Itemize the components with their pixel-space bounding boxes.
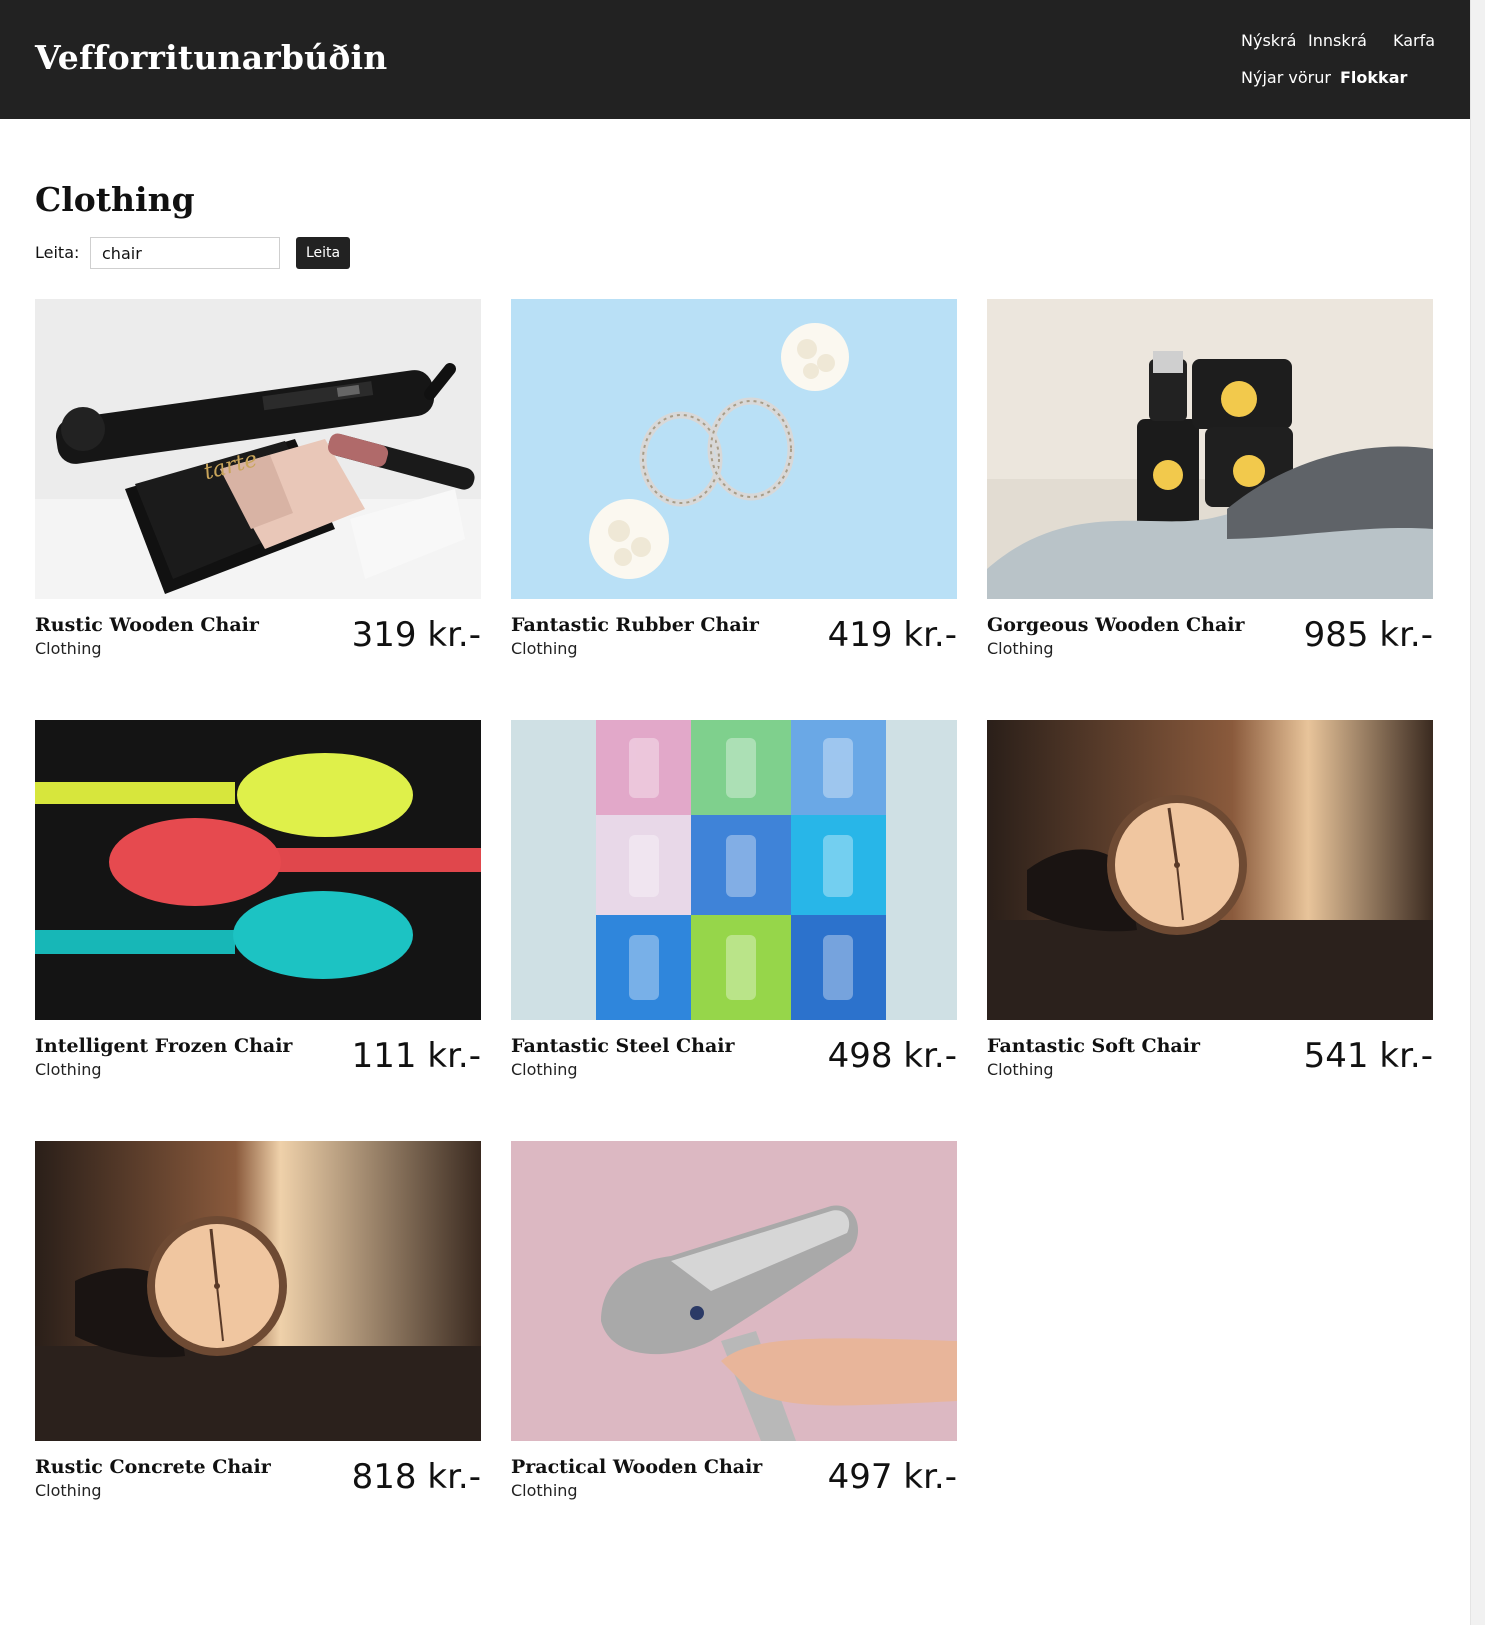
- page-title: Clothing: [35, 180, 195, 219]
- product-title-link[interactable]: Fantastic Soft Chair: [987, 1035, 1200, 1057]
- product-title-link[interactable]: Fantastic Steel Chair: [511, 1035, 735, 1057]
- product-price: 111 kr.-: [351, 1036, 481, 1076]
- product-title-link[interactable]: Gorgeous Wooden Chair: [987, 614, 1245, 636]
- product-image: [987, 720, 1433, 1020]
- vertical-scrollbar[interactable]: [1470, 0, 1485, 1625]
- product-card: Rustic Concrete Chair Clothing 818 kr.-: [35, 1141, 481, 1531]
- product-price: 497 kr.-: [827, 1457, 957, 1497]
- product-image: [35, 1141, 481, 1441]
- product-price: 419 kr.-: [827, 615, 957, 655]
- product-card: Intelligent Frozen Chair Clothing 111 kr…: [35, 720, 481, 1110]
- product-category-link[interactable]: Clothing: [511, 1481, 578, 1500]
- product-price: 541 kr.-: [1303, 1036, 1433, 1076]
- product-image-link[interactable]: [987, 720, 1433, 1020]
- product-title-link[interactable]: Fantastic Rubber Chair: [511, 614, 759, 636]
- product-category-link[interactable]: Clothing: [511, 1060, 578, 1079]
- product-category-link[interactable]: Clothing: [987, 639, 1054, 658]
- product-category-link[interactable]: Clothing: [987, 1060, 1054, 1079]
- product-category-link[interactable]: Clothing: [511, 639, 578, 658]
- product-card: Fantastic Steel Chair Clothing 498 kr.-: [511, 720, 957, 1110]
- product-image-link[interactable]: tarte: [35, 299, 481, 599]
- nav-new-products-link[interactable]: Nýjar vörur: [1241, 68, 1331, 87]
- product-category-link[interactable]: Clothing: [35, 1060, 102, 1079]
- product-image-link[interactable]: [987, 299, 1433, 599]
- product-price: 818 kr.-: [351, 1457, 481, 1497]
- product-price: 985 kr.-: [1303, 615, 1433, 655]
- search-input[interactable]: [90, 237, 280, 269]
- product-card: Fantastic Rubber Chair Clothing 419 kr.-: [511, 299, 957, 689]
- nav-register-link[interactable]: Nýskrá: [1241, 31, 1296, 50]
- product-title-link[interactable]: Practical Wooden Chair: [511, 1456, 762, 1478]
- product-image: [511, 1141, 957, 1441]
- product-image: [987, 299, 1433, 599]
- product-card: tarte Rustic Wooden Chair Clothing 319 k…: [35, 299, 481, 689]
- product-card: Practical Wooden Chair Clothing 497 kr.-: [511, 1141, 957, 1531]
- product-image-link[interactable]: [511, 299, 957, 599]
- product-image: tarte: [35, 299, 481, 599]
- product-image-link[interactable]: [35, 720, 481, 1020]
- product-image-link[interactable]: [511, 1141, 957, 1441]
- page: Vefforritunarbúðin Nýskrá Innskrá Karfa …: [0, 0, 1470, 1625]
- product-title-link[interactable]: Rustic Wooden Chair: [35, 614, 259, 636]
- nav-cart-link[interactable]: Karfa: [1393, 31, 1435, 50]
- search-label: Leita:: [35, 243, 80, 262]
- product-category-link[interactable]: Clothing: [35, 1481, 102, 1500]
- product-image: [35, 720, 481, 1020]
- product-image-link[interactable]: [511, 720, 957, 1020]
- product-image: [511, 299, 957, 599]
- product-price: 498 kr.-: [827, 1036, 957, 1076]
- brand-logo-link[interactable]: Vefforritunarbúðin: [35, 38, 388, 77]
- product-image: [511, 720, 957, 1020]
- product-price: 319 kr.-: [351, 615, 481, 655]
- nav-login-link[interactable]: Innskrá: [1308, 31, 1367, 50]
- nav-categories-link[interactable]: Flokkar: [1340, 68, 1407, 87]
- product-title-link[interactable]: Intelligent Frozen Chair: [35, 1035, 292, 1057]
- product-image-link[interactable]: [35, 1141, 481, 1441]
- site-header: Vefforritunarbúðin Nýskrá Innskrá Karfa …: [0, 0, 1470, 119]
- product-category-link[interactable]: Clothing: [35, 639, 102, 658]
- product-card: Fantastic Soft Chair Clothing 541 kr.-: [987, 720, 1433, 1110]
- product-title-link[interactable]: Rustic Concrete Chair: [35, 1456, 271, 1478]
- product-card: Gorgeous Wooden Chair Clothing 985 kr.-: [987, 299, 1433, 689]
- search-button[interactable]: Leita: [296, 237, 350, 269]
